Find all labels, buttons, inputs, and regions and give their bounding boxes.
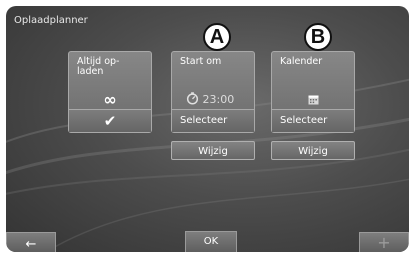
start-time-row: 23:00 — [186, 92, 234, 106]
ok-button[interactable]: OK — [185, 231, 237, 252]
always-charge-label: Altijd op- laden — [77, 56, 120, 77]
calendar-select-button[interactable]: Selecteer — [272, 109, 354, 132]
infinity-icon: ∞ — [103, 90, 117, 109]
marker-b: B — [304, 23, 332, 51]
page-title: Oplaadplanner — [14, 15, 88, 26]
start-modify-button[interactable]: Wijzig — [171, 141, 255, 160]
start-at-label: Start om — [180, 56, 222, 67]
always-charge-tile[interactable]: Altijd op- laden ∞ ✔ — [68, 51, 152, 133]
charge-planner-screen: Oplaadplanner Altijd op- laden ∞ ✔ Start… — [6, 6, 409, 252]
back-button[interactable]: ← — [6, 232, 56, 252]
timer-icon — [186, 92, 199, 105]
back-arrow-icon: ← — [25, 237, 37, 252]
start-time-value: 23:00 — [202, 93, 235, 106]
calendar-label: Kalender — [280, 56, 323, 67]
checkmark-icon: ✔ — [69, 109, 151, 132]
add-button[interactable]: + — [359, 232, 409, 252]
bottom-bar: ← OK + — [6, 230, 409, 252]
calendar-tile[interactable]: Kalender Selecteer — [271, 51, 355, 133]
calendar-icon — [308, 95, 319, 105]
plus-icon: + — [377, 233, 391, 252]
start-select-button[interactable]: Selecteer — [172, 109, 254, 132]
calendar-modify-button[interactable]: Wijzig — [271, 141, 355, 160]
start-at-tile[interactable]: Start om 23:00 Selecteer — [171, 51, 255, 133]
marker-a: A — [203, 23, 231, 51]
